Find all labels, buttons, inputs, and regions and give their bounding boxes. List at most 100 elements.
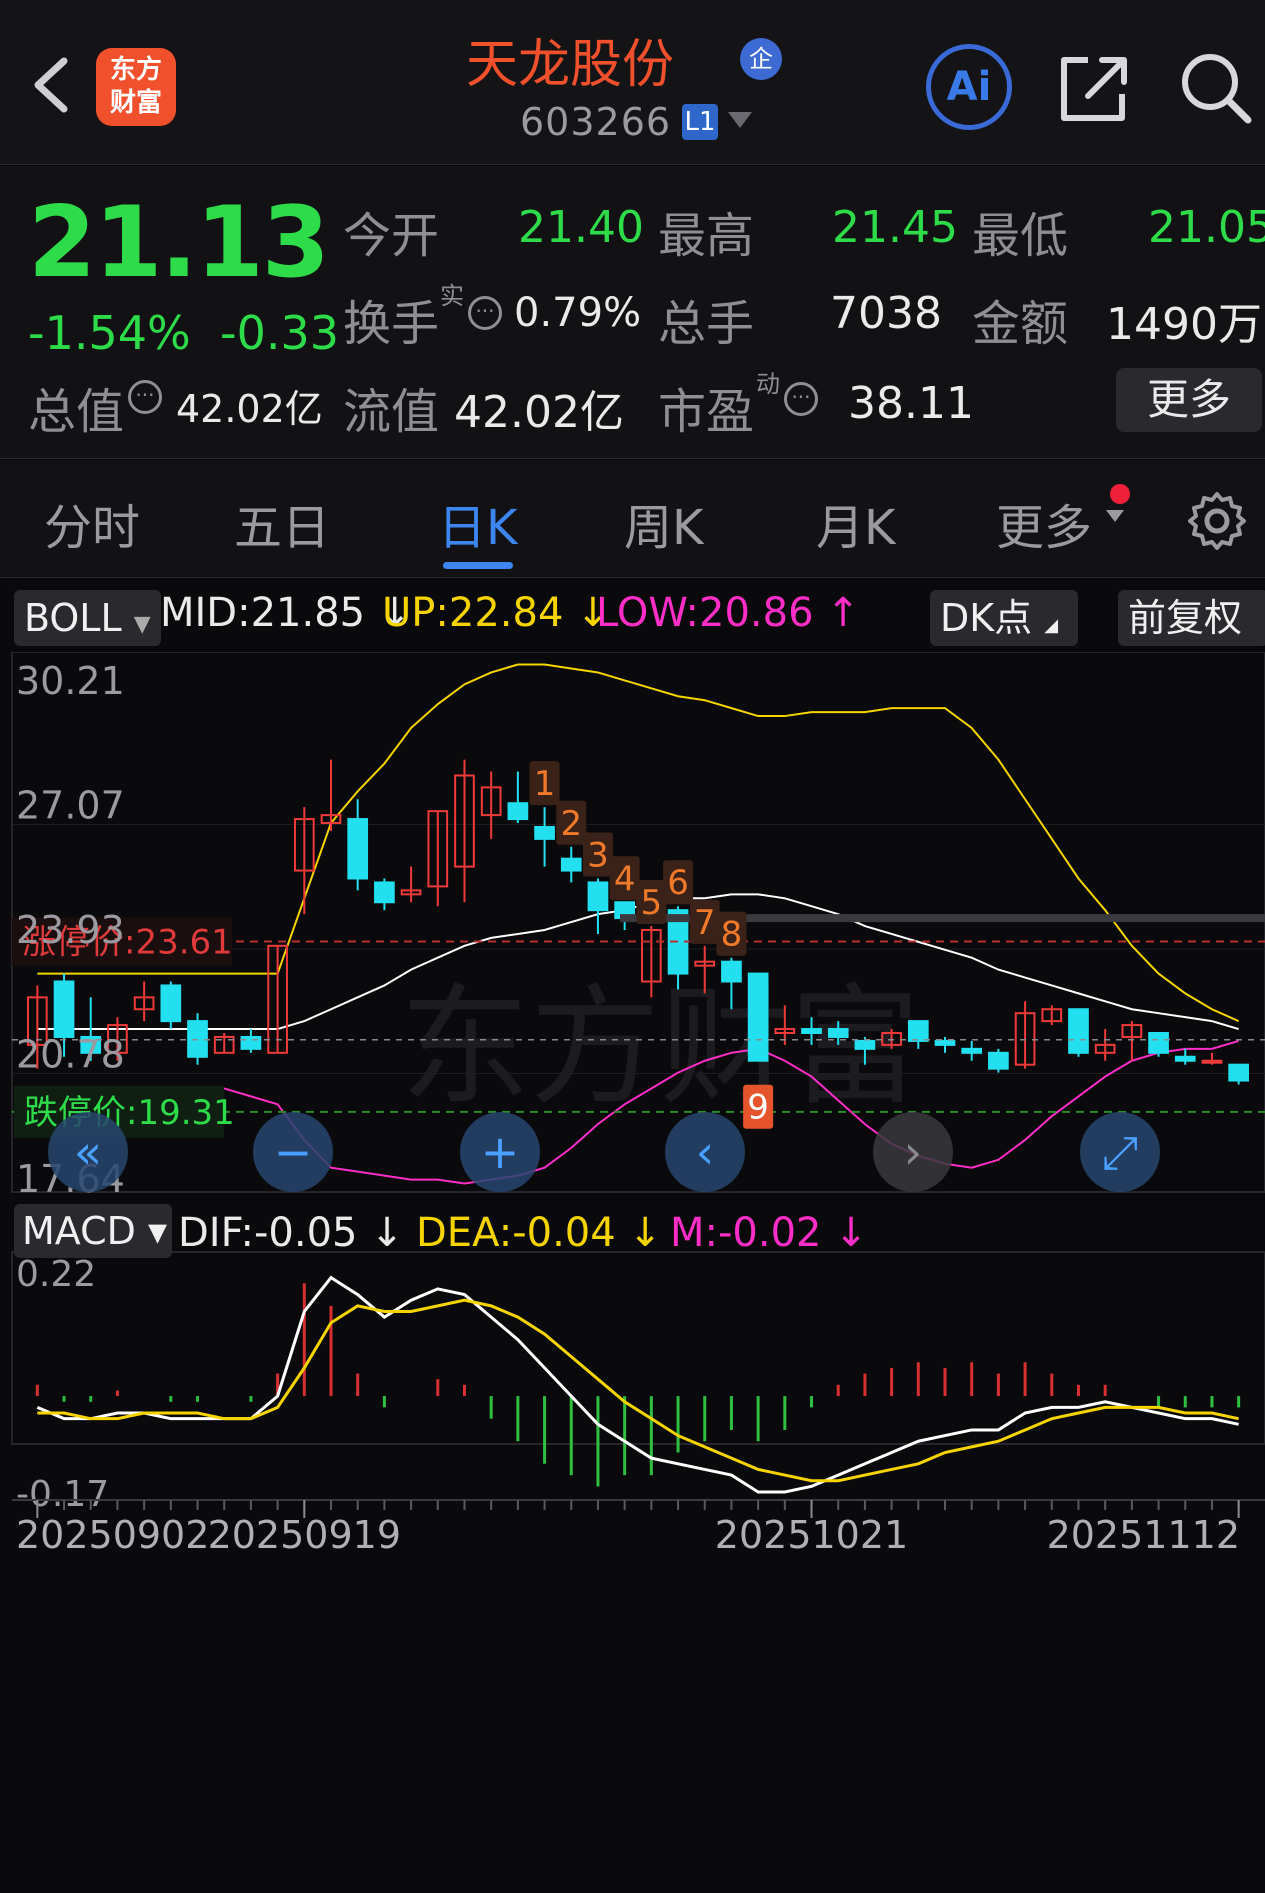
macd-y-tick-label: -0.17: [16, 1474, 109, 1515]
app-logo[interactable]: 东方 财富: [96, 48, 176, 126]
zoom-in-button[interactable]: +: [460, 1112, 540, 1192]
turnover-label: 换手: [343, 296, 440, 352]
change-amount: -0.33: [219, 306, 340, 360]
tab-monthly-k[interactable]: 月K: [816, 488, 895, 558]
turnover-value: 0.79%: [514, 290, 642, 336]
last-price: 21.13: [28, 186, 330, 300]
x-axis: 2025090220250919 20251021 20251112: [12, 1499, 1265, 1557]
dk-point-button[interactable]: DK点 ◢: [930, 590, 1078, 646]
candle-down: [827, 1028, 849, 1038]
prev-button[interactable]: ‹: [665, 1112, 745, 1192]
boll-mid-value: MID:21.85 ↓: [160, 590, 412, 636]
candle-down: [187, 1020, 208, 1058]
search-icon[interactable]: [1178, 50, 1252, 124]
low-value: 21.05: [1148, 202, 1265, 253]
open-value: 21.40: [518, 202, 644, 253]
zoom-out-icon: −: [274, 1125, 313, 1179]
candle-down: [347, 818, 369, 880]
watermark: 东方财富: [400, 974, 920, 1120]
candle-down: [53, 980, 75, 1038]
candle-down: [961, 1047, 983, 1054]
candle-down: [534, 825, 555, 840]
zoom-in-icon: +: [481, 1125, 520, 1179]
info-circle-icon[interactable]: ···: [468, 296, 502, 330]
quote-panel: 21.13 -1.54% -0.33 今开 21.40 最高 21.45 最低 …: [0, 166, 1265, 459]
x-tick-label: 20251021: [715, 1513, 908, 1557]
y-tick-label: 23.93: [16, 908, 125, 952]
tab-weekly-k[interactable]: 周K: [624, 488, 703, 558]
zoom-out-button[interactable]: −: [253, 1112, 333, 1192]
candle-down: [1174, 1055, 1196, 1062]
fullscreen-button[interactable]: ⤢: [1080, 1112, 1160, 1192]
macd-chart: 0.22 -0.17: [16, 1254, 1241, 1515]
boll-indicator-bar: BOLL ▼ MID:21.85 ↓ UP:22.84 ↓ LOW:20.86 …: [0, 582, 1265, 650]
td-signal-label: 2: [560, 804, 582, 844]
kline-chart[interactable]: 东方财富 涨停价:23.61跌停价:19.31 12345 67 89 30.212…: [0, 651, 1265, 1889]
candle-down: [907, 1020, 929, 1042]
candle-down: [721, 960, 742, 983]
candle-down: [988, 1051, 1009, 1070]
macd-bar: MACD ▾ DIF:-0.05 ↓ DEA:-0.04 ↓ M:-0.02 ↓: [14, 1204, 868, 1258]
stock-switch-caret-icon[interactable]: [728, 112, 752, 128]
price-change: -1.54% -0.33: [28, 306, 339, 360]
info-circle-icon[interactable]: ···: [128, 380, 162, 414]
stock-name[interactable]: 天龙股份: [380, 22, 760, 97]
candle-down: [747, 972, 769, 1062]
next-button[interactable]: ›: [873, 1112, 953, 1192]
more-caret-icon: [1106, 510, 1124, 522]
float-cap-value: 42.02亿: [454, 387, 624, 438]
back-arrow-icon[interactable]: [26, 55, 76, 115]
x-tick-label: 20251112: [1047, 1513, 1240, 1557]
tab-five-day[interactable]: 五日: [234, 488, 330, 558]
y-tick-label: 27.07: [16, 783, 125, 827]
candle-down: [240, 1035, 262, 1050]
td-signal-label: 3: [587, 835, 609, 875]
y-tick-label: 30.21: [16, 659, 125, 703]
x-tick-label: 20250902: [16, 1513, 209, 1557]
period-tabs: 分时 五日 日K 周K 月K 更多: [0, 460, 1265, 578]
more-button[interactable]: 更多: [1116, 368, 1262, 432]
td-signal-label: 5: [641, 883, 663, 923]
amount-value: 1490万: [1106, 299, 1262, 350]
boll-low-value: LOW:20.86 ↑: [596, 590, 860, 636]
td-signal-label: 8: [721, 915, 743, 955]
candle-down: [560, 857, 582, 872]
td-signal-label: 6: [667, 863, 689, 903]
pe-value: 38.11: [848, 378, 974, 429]
main-indicator-select[interactable]: BOLL ▼: [14, 590, 161, 646]
candle-down: [854, 1039, 876, 1050]
tab-daily-k[interactable]: 日K: [438, 488, 517, 558]
adjust-select[interactable]: 前复权: [1118, 590, 1265, 646]
candle-down: [587, 881, 609, 912]
limit-down-label: 跌停价:19.31: [24, 1093, 235, 1133]
candle-down: [1228, 1063, 1249, 1082]
double-left-button[interactable]: «: [48, 1112, 128, 1192]
candle-down: [374, 881, 395, 904]
macd-m-value: M:-0.02 ↓: [670, 1210, 868, 1256]
tab-more[interactable]: 更多: [996, 488, 1092, 558]
candle-up: [1201, 1059, 1223, 1064]
candle-down: [801, 1028, 822, 1034]
candle-down: [1068, 1008, 1089, 1054]
candle-down: [934, 1039, 956, 1046]
low-label: 最低: [972, 208, 1069, 264]
y-tick-label: 20.78: [16, 1033, 125, 1077]
macd-dif-line: [36, 1275, 1239, 1494]
info-circle-icon[interactable]: ···: [784, 382, 818, 416]
share-icon[interactable]: [1058, 52, 1132, 124]
gear-icon[interactable]: [1186, 490, 1248, 552]
stock-code: 603266: [520, 100, 672, 144]
prev-icon: ‹: [696, 1125, 714, 1179]
macd-dif-value: DIF:-0.05 ↓: [178, 1210, 404, 1256]
candle-down: [160, 984, 182, 1023]
active-tab-indicator: [443, 562, 513, 569]
open-label: 今开: [343, 208, 440, 264]
td-signal-label: 9: [747, 1088, 769, 1128]
tab-intraday[interactable]: 分时: [44, 488, 140, 558]
ai-assistant-button[interactable]: Ai: [926, 44, 1012, 130]
pe-sup: 动: [756, 370, 780, 398]
high-label: 最高: [658, 208, 755, 264]
kline-chart-area[interactable]: 东方财富 涨停价:23.61 跌停价:19.31 123456789 30.21 2…: [0, 651, 1265, 1889]
volume-value: 7038: [830, 288, 942, 339]
volume-label: 总手: [658, 296, 755, 352]
